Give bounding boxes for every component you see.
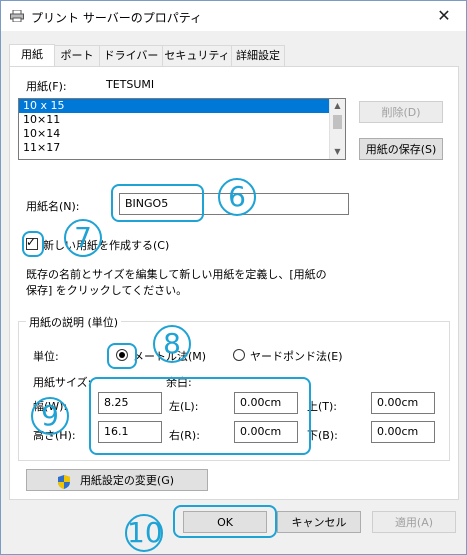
list-scrollbar[interactable]: ▲ ▼ (329, 99, 345, 159)
tab-advanced[interactable]: 詳細設定 (231, 45, 285, 66)
help-text-line1: 既存の名前とサイズを編集して新しい用紙を定義し、[用紙の (26, 268, 327, 281)
tab-security[interactable]: セキュリティ (162, 45, 232, 66)
create-new-label: 新しい用紙を作成する(C) (43, 239, 170, 252)
annotation-7: 7 (64, 219, 102, 257)
change-paper-settings-button[interactable]: 用紙設定の変更(G) (26, 469, 208, 491)
tab-paper[interactable]: 用紙 (9, 44, 55, 67)
paper-list-label: 用紙(F): (26, 80, 67, 93)
delete-button[interactable]: 削除(D) (359, 101, 443, 123)
annotation-box-size (89, 377, 311, 455)
title-bar: プリント サーバーのプロパティ ✕ (1, 1, 466, 31)
unit-label: 単位: (33, 350, 59, 363)
annotation-box-ok (173, 505, 277, 538)
bottom-margin-input[interactable]: 0.00cm (371, 421, 435, 443)
annotation-8: 8 (153, 325, 191, 363)
close-icon[interactable]: ✕ (422, 1, 466, 31)
scroll-thumb[interactable] (333, 115, 342, 129)
window-title: プリント サーバーのプロパティ (31, 11, 202, 25)
group-title: 用紙の説明 (単位) (26, 314, 122, 330)
apply-button[interactable]: 適用(A) (372, 511, 456, 533)
annotation-6: 6 (218, 178, 256, 216)
list-item[interactable]: 11×17 (19, 141, 345, 155)
paper-list[interactable]: 10 x 15 10×11 10×14 11×17 ▲ ▼ (18, 98, 346, 160)
top-margin-input[interactable]: 0.00cm (371, 392, 435, 414)
paper-name-label: 用紙名(N): (26, 200, 80, 213)
list-item[interactable]: 10×11 (19, 113, 345, 127)
list-item[interactable]: 10 x 15 (19, 99, 345, 113)
cancel-button[interactable]: キャンセル (277, 511, 361, 533)
annotation-9: 9 (31, 397, 69, 435)
annotation-box-checkbox (22, 231, 44, 257)
top-margin-label: 上(T): (307, 400, 338, 413)
paper-size-label: 用紙サイズ: (33, 376, 92, 389)
annotation-box-name (111, 184, 204, 222)
printer-icon (10, 10, 24, 22)
scroll-down-icon[interactable]: ▼ (330, 145, 345, 159)
bottom-margin-label: 下(B): (307, 429, 338, 442)
annotation-box-radio (107, 343, 137, 369)
scroll-up-icon[interactable]: ▲ (330, 99, 345, 113)
shield-icon (58, 475, 70, 489)
annotation-10: 10 (125, 514, 163, 552)
dialog-window: プリント サーバーのプロパティ ✕ 用紙 ポート ドライバー セキュリティ 詳細… (0, 0, 467, 555)
help-text-line2: 保存] をクリックしてください。 (26, 284, 188, 297)
save-paper-button[interactable]: 用紙の保存(S) (359, 138, 443, 160)
printer-name: TETSUMI (106, 78, 155, 91)
tab-port[interactable]: ポート (54, 45, 100, 66)
tab-driver[interactable]: ドライバー (99, 45, 163, 66)
imperial-radio[interactable] (233, 349, 245, 361)
list-item[interactable]: 10×14 (19, 127, 345, 141)
imperial-label: ヤードポンド法(E) (250, 350, 343, 363)
